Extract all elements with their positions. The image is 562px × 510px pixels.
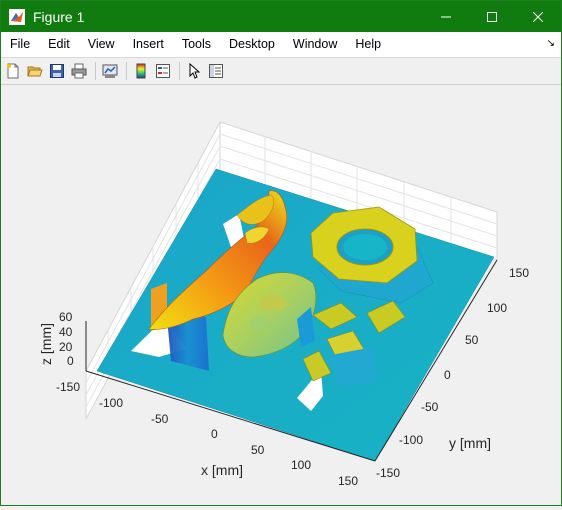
y-tick-label: 150: [509, 266, 529, 280]
menu-file[interactable]: File: [1, 32, 39, 57]
surface-face-feature: [249, 317, 269, 329]
open-icon: [27, 66, 43, 77]
axes-3d[interactable]: -150 -100 -50 0 50 100 150 150 100 50 0 …: [1, 85, 561, 505]
menu-help[interactable]: Help: [346, 32, 390, 57]
x-tick-label: 150: [338, 474, 358, 488]
property-inspector-icon: [209, 64, 223, 78]
colorbar-icon: [136, 63, 146, 79]
print-icon: [71, 63, 87, 79]
figure-toolbar: [1, 58, 561, 85]
y-axis-title: y [mm]: [449, 435, 491, 451]
surface-hex-hole-inner: [343, 234, 387, 260]
z-tick-label: 60: [59, 310, 73, 324]
save-button[interactable]: [47, 61, 67, 81]
maximize-button[interactable]: [469, 1, 515, 32]
link-plot-icon: [102, 64, 118, 78]
y-tick-label: 50: [465, 333, 479, 347]
minimize-button[interactable]: [423, 1, 469, 32]
y-tick-label: -50: [421, 400, 439, 414]
y-tick-label: 100: [487, 301, 507, 315]
dock-arrow-icon[interactable]: ↘: [547, 38, 555, 49]
save-icon: [50, 64, 64, 78]
property-inspector-button[interactable]: [206, 61, 226, 81]
menu-desktop[interactable]: Desktop: [220, 32, 284, 57]
colorbar-button[interactable]: [131, 61, 151, 81]
maximize-icon: [487, 11, 497, 22]
new-figure-button[interactable]: [3, 61, 23, 81]
x-tick-label: 100: [291, 458, 311, 472]
z-tick-label: 20: [59, 340, 73, 354]
menu-tools[interactable]: Tools: [173, 32, 220, 57]
title-bar[interactable]: Figure 1: [1, 1, 561, 32]
x-axis-title: x [mm]: [201, 462, 243, 478]
x-tick-label: -50: [151, 412, 169, 426]
z-tick-label: 0: [67, 354, 74, 368]
x-tick-label: 50: [251, 443, 265, 457]
y-tick-label: -100: [399, 433, 423, 447]
pointer-icon: [189, 63, 201, 79]
toolbar-separator: [126, 62, 127, 80]
link-plot-button[interactable]: [100, 61, 120, 81]
menu-bar: File Edit View Insert Tools Desktop Wind…: [1, 32, 561, 58]
matlab-icon: [9, 8, 25, 25]
legend-icon: [156, 64, 170, 78]
menu-edit[interactable]: Edit: [39, 32, 79, 57]
edit-plot-button[interactable]: [184, 61, 204, 81]
menu-window[interactable]: Window: [284, 32, 346, 57]
toolbar-separator: [95, 62, 96, 80]
y-tick-label: -150: [376, 466, 400, 480]
close-icon: [533, 11, 543, 22]
x-tick-label: -150: [56, 380, 80, 394]
y-tick-label: 0: [444, 368, 451, 382]
x-tick-label: 0: [211, 427, 218, 441]
legend-button[interactable]: [153, 61, 173, 81]
axes-area[interactable]: -150 -100 -50 0 50 100 150 150 100 50 0 …: [1, 85, 561, 505]
z-axis-title: z [mm]: [38, 323, 54, 365]
close-button[interactable]: [515, 1, 561, 32]
menu-view[interactable]: View: [79, 32, 124, 57]
z-tick-label: 40: [59, 325, 73, 339]
open-button[interactable]: [25, 61, 45, 81]
surface-face-feature: [259, 295, 287, 311]
window-title: Figure 1: [33, 8, 85, 25]
x-tick-label: -100: [99, 396, 123, 410]
print-button[interactable]: [69, 61, 89, 81]
toolbar-separator: [179, 62, 180, 80]
minimize-icon: [441, 16, 451, 17]
new-figure-icon: [7, 63, 19, 79]
menu-insert[interactable]: Insert: [124, 32, 173, 57]
figure-window: Figure 1 File Edit View Insert Tools Des…: [0, 0, 562, 506]
